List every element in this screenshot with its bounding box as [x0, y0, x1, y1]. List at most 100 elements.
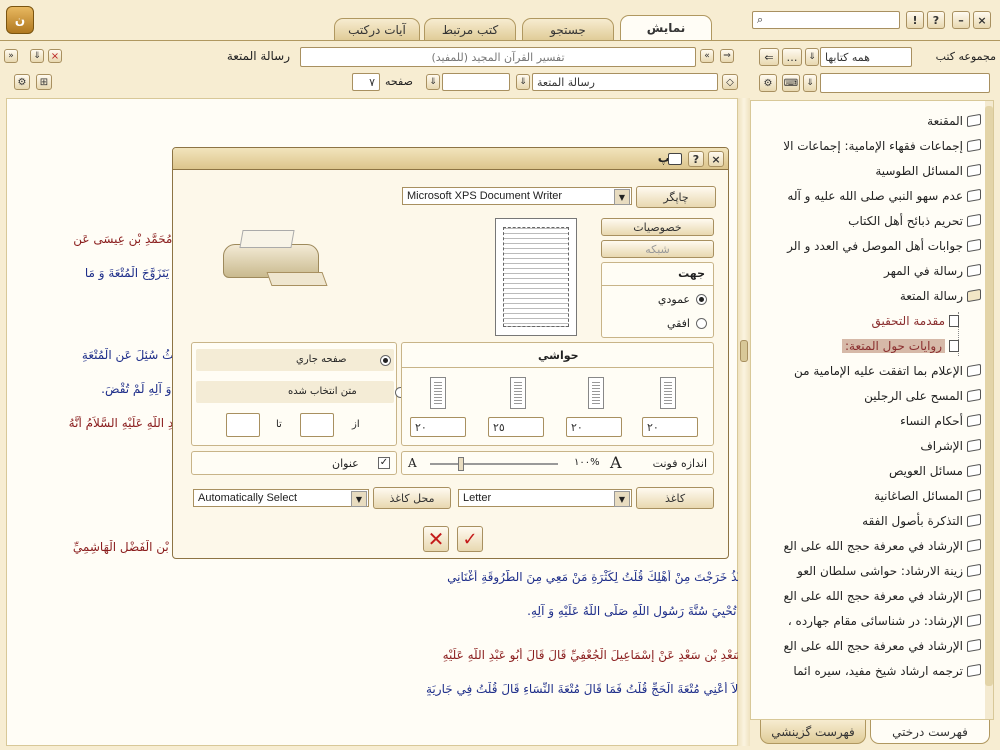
- settings-wrench-icon[interactable]: ⚙: [759, 74, 777, 92]
- forward-arrow-icon[interactable]: »: [4, 49, 18, 63]
- range-to-input[interactable]: [226, 413, 260, 437]
- toc-item[interactable]: الإرشاد في معرفة حجج الله على الع: [755, 533, 985, 558]
- toc-item[interactable]: التذكرة بأصول الفقه: [755, 508, 985, 533]
- tab-selective-index[interactable]: فهرست گزينشي: [760, 720, 866, 744]
- toc-item-label: التذكرة بأصول الفقه: [862, 513, 963, 528]
- tab-search[interactable]: جستجو: [522, 18, 614, 40]
- toc-item[interactable]: رسالة المتعة: [755, 283, 985, 308]
- tab-tree-index[interactable]: فهرست درختي: [870, 720, 990, 744]
- source-label-button: محل كاغذ: [373, 487, 451, 509]
- tab-verses-in-books[interactable]: آيات دركتب: [334, 18, 420, 40]
- margin-bottom-input[interactable]: ٢٥: [488, 417, 544, 437]
- toc-item[interactable]: الإعلام بما اتفقت عليه الإمامية من: [755, 358, 985, 383]
- title-checkbox[interactable]: ✓: [378, 457, 390, 469]
- book-icon: [967, 363, 981, 378]
- toc-item[interactable]: الإرشاد في معرفة حجج الله على الع: [755, 583, 985, 608]
- tab-label: كتب مرتبط: [441, 22, 499, 37]
- keyboard-icon[interactable]: ⌨: [782, 74, 800, 92]
- scrollbar-thumb[interactable]: [985, 106, 993, 686]
- app-logo[interactable]: ن: [6, 6, 34, 34]
- toc-item-label: روايات حول المتعة:: [842, 338, 945, 353]
- chapter-field[interactable]: رسالة المتعة: [532, 73, 718, 91]
- toc-item[interactable]: مسائل العويص: [755, 458, 985, 483]
- back-arrow-icon[interactable]: ⇐: [759, 48, 779, 66]
- page-go-icon[interactable]: ⇓: [426, 74, 440, 90]
- tab-display[interactable]: نمايش: [620, 15, 712, 40]
- range-current-option[interactable]: [196, 349, 394, 371]
- font-size-slider-thumb[interactable]: [458, 457, 464, 471]
- dialog-help-button[interactable]: ?: [688, 151, 704, 167]
- global-search-input[interactable]: ⌕: [752, 11, 900, 29]
- help-exclaim-button[interactable]: !: [906, 11, 924, 29]
- toc-item[interactable]: عدم سهو النبي صلى الله عليه و آله: [755, 183, 985, 208]
- ok-button[interactable]: ✓: [457, 526, 483, 552]
- toc-item-label: الإرشاد في معرفة حجج الله على الع: [783, 538, 963, 553]
- book-icon: [967, 188, 981, 203]
- toc-item[interactable]: روايات حول المتعة:: [755, 333, 985, 358]
- tab-label: فهرست گزينشي: [771, 724, 855, 739]
- toc-item[interactable]: المسائل الطوسية: [755, 158, 985, 183]
- range-current-radio[interactable]: [380, 355, 391, 366]
- toc-item[interactable]: تحريم ذبائح أهل الكتاب: [755, 208, 985, 233]
- toc-item[interactable]: رسالة في المهر: [755, 258, 985, 283]
- page-number-input[interactable]: ٧: [352, 73, 380, 91]
- minimize-button[interactable]: –: [952, 11, 970, 29]
- nav-prev-icon[interactable]: «: [700, 49, 714, 63]
- portrait-option[interactable]: عمودي: [658, 293, 707, 306]
- toc-item[interactable]: المسح على الرجلين: [755, 383, 985, 408]
- range-from-input[interactable]: [300, 413, 334, 437]
- toc-item-label: عدم سهو النبي صلى الله عليه و آله: [787, 188, 963, 203]
- toc-item[interactable]: جوابات أهل الموصل في العدد و الر: [755, 233, 985, 258]
- toc-item[interactable]: إجماعات فقهاء الإمامية: إجماعات الا: [755, 133, 985, 158]
- text-line: حَيْثُ سُئِلَ عَنِ الْمُتْعَةِ: [81, 348, 185, 362]
- down-arrow-icon[interactable]: ⇓: [30, 49, 44, 63]
- dialog-close-button[interactable]: ×: [708, 151, 724, 167]
- search-go-icon[interactable]: ⇓: [803, 74, 817, 92]
- toc-item[interactable]: مقدمة التحقيق: [755, 308, 985, 333]
- splitter-handle[interactable]: [738, 98, 750, 746]
- landscape-radio[interactable]: [696, 318, 707, 329]
- toc-item[interactable]: ترجمه ارشاد شيخ مفيد، سيره ائما: [755, 658, 985, 683]
- eraser-icon[interactable]: ◇: [722, 74, 738, 90]
- network-button[interactable]: شبكه: [601, 240, 714, 258]
- toc-item[interactable]: الإشراف: [755, 433, 985, 458]
- toc-item[interactable]: المسائل الصاغانية: [755, 483, 985, 508]
- toc-item[interactable]: الإرشاد في معرفة حجج الله على الع: [755, 633, 985, 658]
- book-icon: [967, 538, 981, 553]
- cancel-button[interactable]: ✕: [423, 526, 449, 552]
- margin-left-input[interactable]: ٢٠: [410, 417, 466, 437]
- margin-right-input[interactable]: ٢٠: [566, 417, 622, 437]
- close-book-icon[interactable]: ×: [48, 49, 62, 63]
- page-label: صفحه: [385, 75, 413, 88]
- tab-label: نمايش: [646, 21, 686, 35]
- splitter-grip-icon[interactable]: [740, 340, 748, 362]
- tools-icon[interactable]: ⚙: [14, 74, 30, 90]
- toc-item[interactable]: زينة الارشاد: حواشى سلطان العو: [755, 558, 985, 583]
- book-icon: [967, 388, 981, 403]
- collection-select[interactable]: همه كتابها: [820, 47, 912, 67]
- tab-strip-line: [0, 40, 1000, 41]
- help-button[interactable]: ?: [927, 11, 945, 29]
- export-icon[interactable]: ⊞: [36, 74, 52, 90]
- printer-select[interactable]: Microsoft XPS Document Writer: [402, 187, 632, 205]
- toc-item[interactable]: المقنعة: [755, 108, 985, 133]
- source-select[interactable]: Automatically Select: [193, 489, 369, 507]
- tab-related-books[interactable]: كتب مرتبط: [424, 18, 516, 40]
- paper-select[interactable]: Letter: [458, 489, 632, 507]
- collection-dropdown-arrow[interactable]: ⇓: [805, 48, 819, 66]
- series-title: تفسير القرآن المجيد (للمفيد): [431, 50, 565, 64]
- margin-top-input[interactable]: ٢٠: [642, 417, 698, 437]
- landscape-option[interactable]: افقي: [667, 317, 707, 330]
- toc-item[interactable]: أحكام النساء: [755, 408, 985, 433]
- page-jump-input[interactable]: [442, 73, 510, 91]
- toc-search-input[interactable]: [820, 73, 990, 93]
- more-options-button[interactable]: …: [782, 48, 802, 66]
- chapter-go-icon[interactable]: ⇓: [516, 74, 530, 90]
- close-button[interactable]: ×: [973, 11, 991, 29]
- range-to-label: تا: [276, 419, 282, 430]
- font-size-slider-track[interactable]: [430, 463, 558, 465]
- properties-button[interactable]: خصوصيات: [601, 218, 714, 236]
- portrait-radio[interactable]: [696, 294, 707, 305]
- toc-item[interactable]: الإرشاد: در شناسائى مقام جهارده ،: [755, 608, 985, 633]
- nav-arrow-icon[interactable]: ⇒: [720, 49, 734, 63]
